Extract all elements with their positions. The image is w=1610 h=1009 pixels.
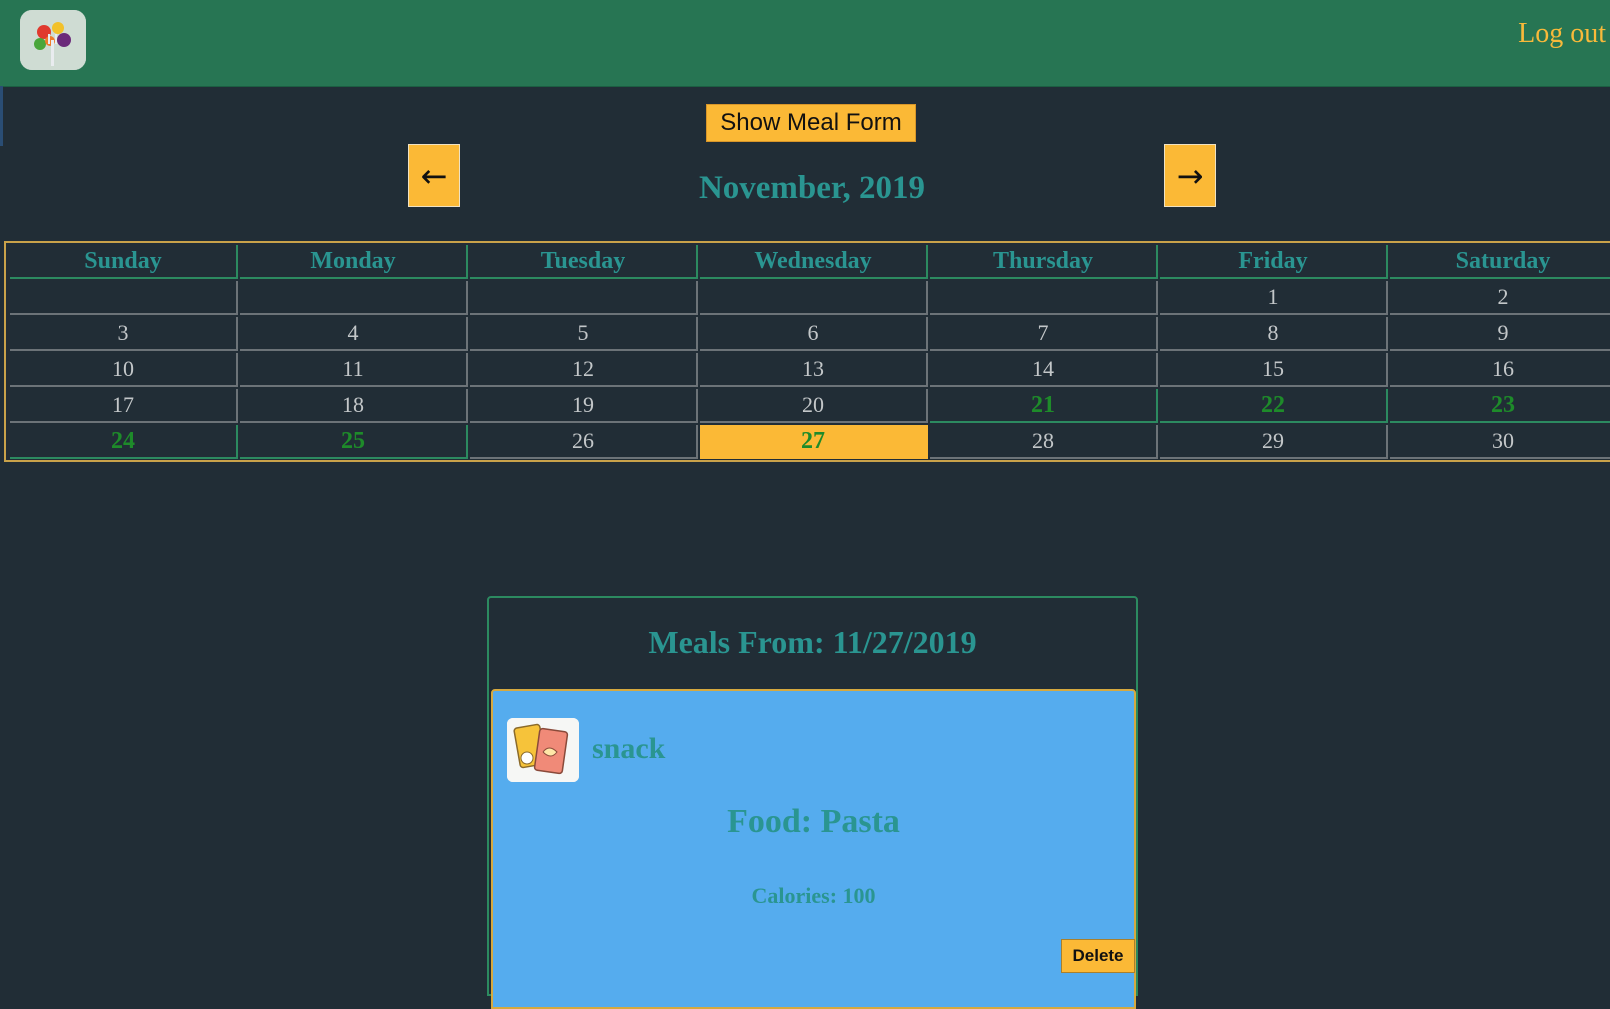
next-month-button[interactable]: → xyxy=(1164,144,1216,207)
meals-title: Meals From: 11/27/2019 xyxy=(648,624,977,660)
show-meal-form-button[interactable]: Show Meal Form xyxy=(706,104,916,142)
snack-bags-icon xyxy=(507,718,579,782)
arrow-right-icon: → xyxy=(1176,157,1204,195)
delete-meal-button[interactable]: Delete xyxy=(1061,939,1135,973)
calendar-day-cell xyxy=(240,281,468,315)
calendar-day-cell xyxy=(10,281,238,315)
calendar-day-cell[interactable]: 26 xyxy=(470,425,698,459)
logout-link[interactable]: Log out xyxy=(1518,18,1606,50)
meal-calories: Calories: 100 xyxy=(751,883,876,908)
calendar-day-cell-with-meal[interactable]: 21 xyxy=(930,389,1158,423)
calendar-day-cell-with-meal[interactable]: 24 xyxy=(10,425,238,459)
arrow-left-icon: ← xyxy=(420,157,448,195)
calendar-day-cell[interactable]: 19 xyxy=(470,389,698,423)
calendar-day-cell[interactable]: 4 xyxy=(240,317,468,351)
calendar-day-cell[interactable]: 5 xyxy=(470,317,698,351)
meal-type: snack xyxy=(592,732,666,765)
calendar-day-cell[interactable]: 14 xyxy=(930,353,1158,387)
calendar-day-cell[interactable]: 20 xyxy=(700,389,928,423)
calendar-day-cell[interactable]: 29 xyxy=(1160,425,1388,459)
calendar-day-cell[interactable]: 3 xyxy=(10,317,238,351)
calendar-day-cell[interactable]: 30 xyxy=(1390,425,1610,459)
calendar-day-cell[interactable]: 2 xyxy=(1390,281,1610,315)
meal-food: Food: Pasta xyxy=(727,803,900,840)
calendar-day-cell[interactable]: 15 xyxy=(1160,353,1388,387)
calendar-day-cell[interactable]: 17 xyxy=(10,389,238,423)
calendar-week-row: 10 11 12 13 14 15 16 xyxy=(10,353,1610,387)
calendar-day-cell[interactable]: 6 xyxy=(700,317,928,351)
calendar-table: Sunday Monday Tuesday Wednesday Thursday… xyxy=(8,243,1610,461)
calendar: Sunday Monday Tuesday Wednesday Thursday… xyxy=(4,241,1610,462)
month-title: November, 2019 xyxy=(698,170,926,206)
calendar-week-row: 17 18 19 20 21 22 23 xyxy=(10,389,1610,423)
calendar-day-cell-with-meal[interactable]: 22 xyxy=(1160,389,1388,423)
meal-card: snack Food: Pasta Calories: 100 Delete xyxy=(491,689,1136,1009)
calendar-day-cell-with-meal[interactable]: 23 xyxy=(1390,389,1610,423)
calendar-day-cell[interactable]: 8 xyxy=(1160,317,1388,351)
weekday-saturday: Saturday xyxy=(1390,245,1610,279)
calendar-week-row: 24 25 26 27 28 29 30 xyxy=(10,425,1610,459)
window-edge xyxy=(0,86,3,146)
calendar-day-cell-with-meal[interactable]: 25 xyxy=(240,425,468,459)
calendar-day-cell-selected[interactable]: 27 xyxy=(700,425,928,459)
calendar-day-cell[interactable]: 11 xyxy=(240,353,468,387)
calendar-day-cell[interactable]: 12 xyxy=(470,353,698,387)
calendar-day-cell[interactable]: 10 xyxy=(10,353,238,387)
calendar-day-cell[interactable]: 18 xyxy=(240,389,468,423)
calendar-day-cell[interactable]: 28 xyxy=(930,425,1158,459)
weekday-tuesday: Tuesday xyxy=(470,245,698,279)
previous-month-button[interactable]: ← xyxy=(408,144,460,207)
calendar-day-cell[interactable]: 16 xyxy=(1390,353,1610,387)
calendar-day-cell xyxy=(470,281,698,315)
calendar-day-cell[interactable]: 1 xyxy=(1160,281,1388,315)
weekday-monday: Monday xyxy=(240,245,468,279)
top-bar: Log out xyxy=(0,0,1610,87)
weekday-sunday: Sunday xyxy=(10,245,238,279)
weekday-friday: Friday xyxy=(1160,245,1388,279)
weekday-header-row: Sunday Monday Tuesday Wednesday Thursday… xyxy=(10,245,1610,279)
calendar-day-cell xyxy=(930,281,1158,315)
calendar-week-row: 1 2 xyxy=(10,281,1610,315)
weekday-wednesday: Wednesday xyxy=(700,245,928,279)
weekday-thursday: Thursday xyxy=(930,245,1158,279)
fork-vegetables-logo-icon[interactable] xyxy=(20,10,86,70)
calendar-day-cell[interactable]: 9 xyxy=(1390,317,1610,351)
calendar-day-cell[interactable]: 7 xyxy=(930,317,1158,351)
meals-panel: Meals From: 11/27/2019 snack Food: Pasta… xyxy=(487,596,1138,1009)
calendar-day-cell[interactable]: 13 xyxy=(700,353,928,387)
calendar-day-cell xyxy=(700,281,928,315)
calendar-week-row: 3 4 5 6 7 8 9 xyxy=(10,317,1610,351)
